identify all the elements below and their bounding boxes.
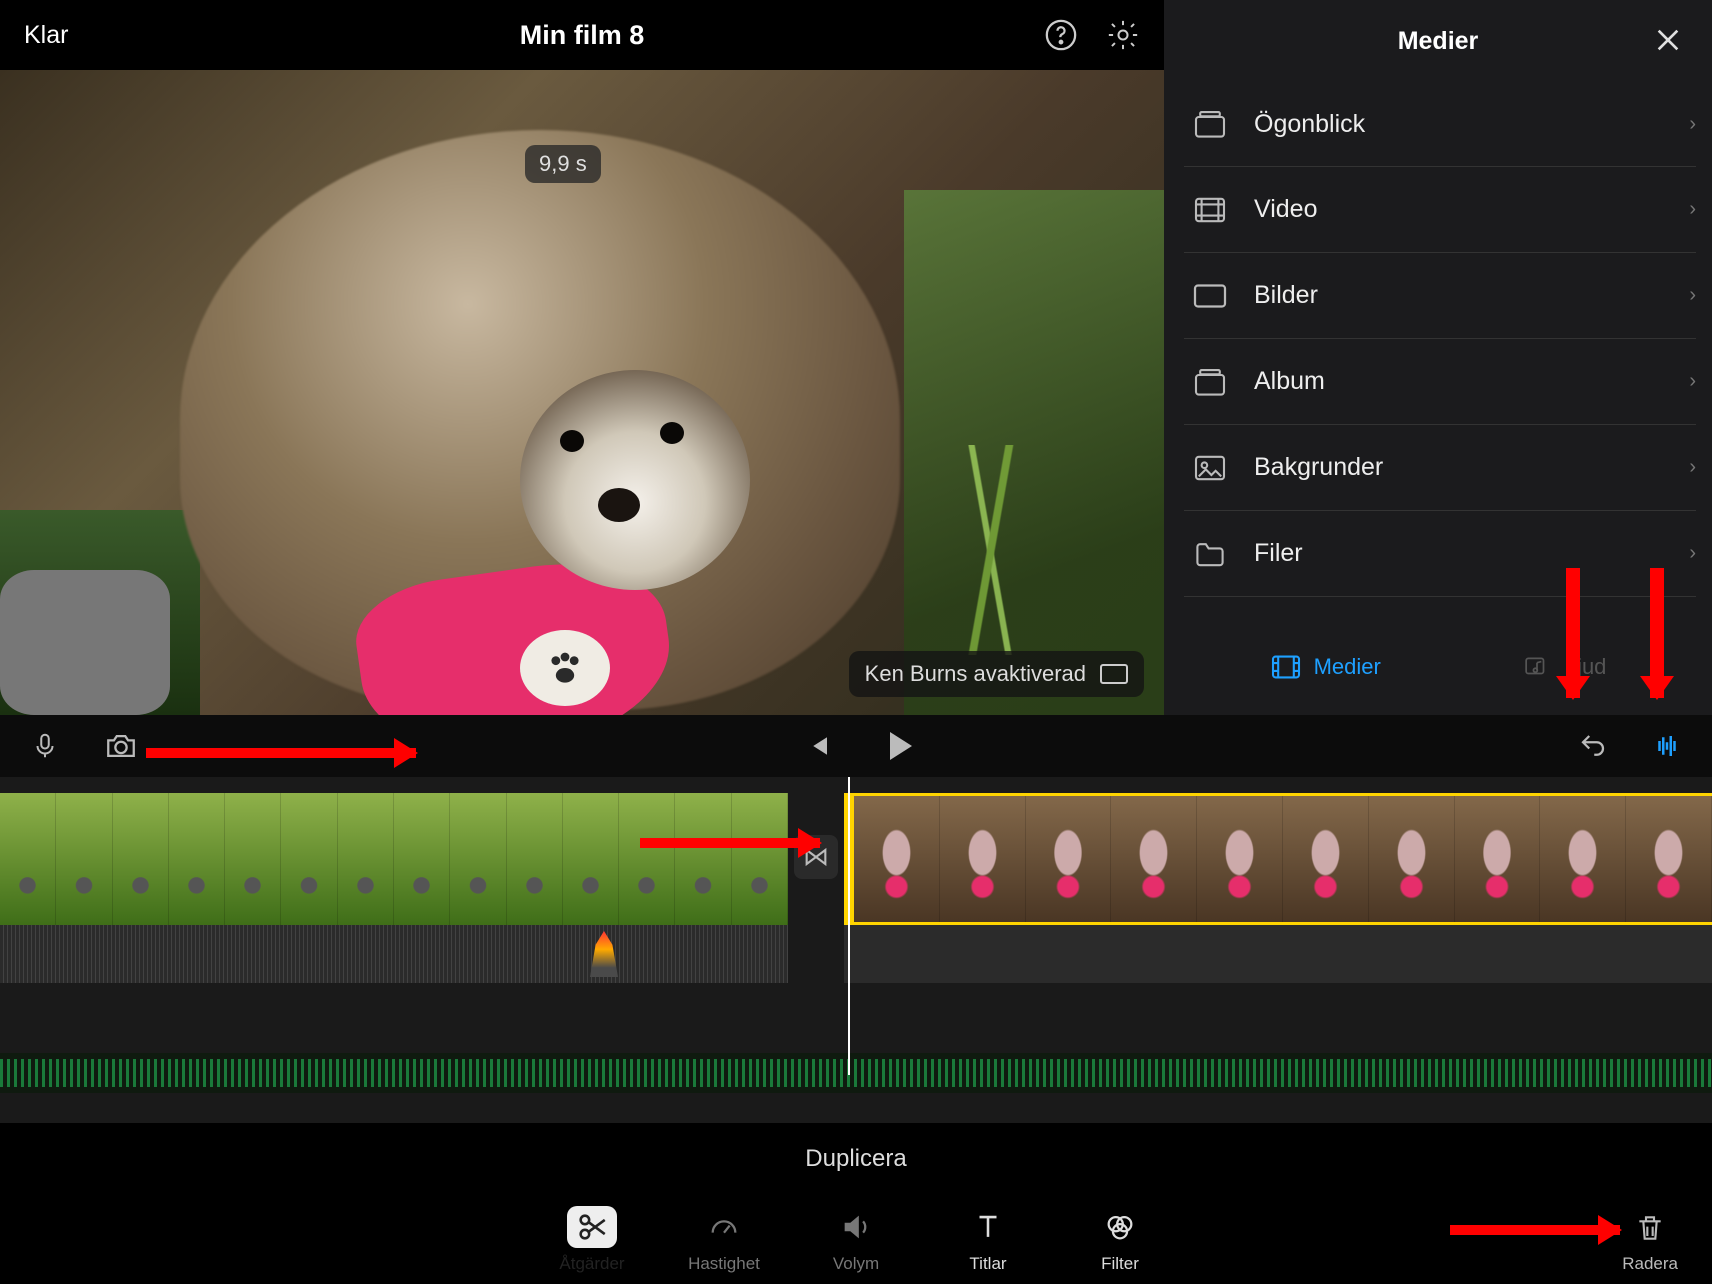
timeline[interactable] xyxy=(0,777,1712,1123)
filter-circles-icon xyxy=(1095,1206,1145,1248)
video-preview[interactable]: 9,9 s Ken Burns avaktiverad xyxy=(0,70,1164,715)
chevron-right-icon: › xyxy=(1689,456,1696,479)
annotation-arrow xyxy=(1566,568,1580,698)
media-row-label: Video xyxy=(1254,195,1665,224)
done-button[interactable]: Klar xyxy=(24,21,68,50)
chevron-right-icon: › xyxy=(1689,370,1696,393)
moments-icon xyxy=(1190,109,1230,139)
tab-titles[interactable]: Titlar xyxy=(949,1206,1027,1274)
media-row-album[interactable]: Album › xyxy=(1184,339,1696,425)
media-row-video[interactable]: Video › xyxy=(1184,167,1696,253)
media-row-label: Filer xyxy=(1254,539,1665,568)
camera-icon[interactable] xyxy=(104,731,138,761)
undo-icon[interactable] xyxy=(1576,731,1610,761)
tab-media[interactable]: Medier xyxy=(1270,654,1381,680)
timeline-clip[interactable] xyxy=(0,793,788,925)
scissors-icon xyxy=(567,1206,617,1248)
play-icon[interactable] xyxy=(890,732,912,760)
clip-audio-waveform xyxy=(844,925,1712,983)
waveform-icon[interactable] xyxy=(1650,731,1684,761)
kenburns-toggle[interactable]: Ken Burns avaktiverad xyxy=(849,651,1144,697)
media-panel: Medier Ögonblick › Video › Bilder › Albu… xyxy=(1164,0,1712,715)
crop-rect-icon xyxy=(1100,664,1128,684)
annotation-arrow xyxy=(146,748,416,758)
text-icon xyxy=(963,1206,1013,1248)
transport-toolbar xyxy=(0,715,1712,777)
delete-label: Radera xyxy=(1622,1254,1678,1274)
annotation-arrow xyxy=(640,838,820,848)
tab-label: Hastighet xyxy=(688,1254,760,1274)
video-icon xyxy=(1190,195,1230,225)
tab-label: Filter xyxy=(1101,1254,1139,1274)
microphone-icon[interactable] xyxy=(28,731,62,761)
media-row-label: Ögonblick xyxy=(1254,110,1665,139)
photos-icon xyxy=(1190,281,1230,311)
media-row-moments[interactable]: Ögonblick › xyxy=(1184,82,1696,167)
media-row-backgrounds[interactable]: Bakgrunder › xyxy=(1184,425,1696,511)
backgrounds-icon xyxy=(1190,453,1230,483)
filmstrip-icon xyxy=(1270,654,1302,680)
kenburns-label: Ken Burns avaktiverad xyxy=(865,661,1086,687)
tab-label: Titlar xyxy=(969,1254,1006,1274)
music-note-icon xyxy=(1521,654,1553,680)
clip-audio-waveform xyxy=(0,925,788,983)
tab-speed[interactable]: Hastighet xyxy=(685,1206,763,1274)
media-row-label: Bakgrunder xyxy=(1254,453,1665,482)
timeline-clip-selected[interactable] xyxy=(844,793,1712,925)
speedometer-icon xyxy=(699,1206,749,1248)
album-icon xyxy=(1190,367,1230,397)
speaker-icon xyxy=(831,1206,881,1248)
tab-volume[interactable]: Volym xyxy=(817,1206,895,1274)
media-row-label: Bilder xyxy=(1254,281,1665,310)
chevron-right-icon: › xyxy=(1689,113,1696,136)
trash-icon xyxy=(1630,1207,1670,1249)
playhead[interactable] xyxy=(848,777,850,1075)
tab-label: Volym xyxy=(833,1254,879,1274)
media-row-photos[interactable]: Bilder › xyxy=(1184,253,1696,339)
chevron-right-icon: › xyxy=(1689,198,1696,221)
chevron-right-icon: › xyxy=(1689,542,1696,565)
tab-label: Medier xyxy=(1314,654,1381,680)
folder-icon xyxy=(1190,539,1230,569)
delete-button[interactable]: Radera xyxy=(1622,1207,1678,1274)
close-icon[interactable] xyxy=(1652,24,1684,56)
background-audio-track[interactable] xyxy=(0,1053,1712,1093)
help-icon[interactable] xyxy=(1044,18,1078,52)
tab-actions[interactable]: Åtgärder xyxy=(553,1206,631,1274)
project-title: Min film 8 xyxy=(520,20,645,51)
tab-label: Åtgärder xyxy=(559,1254,624,1274)
tab-filter[interactable]: Filter xyxy=(1081,1206,1159,1274)
inspector-bar: Duplicera Åtgärder Hastighet Volym Titla… xyxy=(0,1123,1712,1284)
chevron-right-icon: › xyxy=(1689,284,1696,307)
go-to-start-icon[interactable] xyxy=(800,731,834,761)
clip-duration-badge: 9,9 s xyxy=(525,145,601,183)
media-row-files[interactable]: Filer › xyxy=(1184,511,1696,597)
settings-gear-icon[interactable] xyxy=(1106,18,1140,52)
annotation-arrow xyxy=(1650,568,1664,698)
duplicate-button[interactable]: Duplicera xyxy=(805,1145,906,1173)
paw-icon xyxy=(520,630,610,706)
annotation-arrow xyxy=(1450,1225,1620,1235)
preview-toolbar: Klar Min film 8 xyxy=(0,0,1164,70)
media-row-label: Album xyxy=(1254,367,1665,396)
media-panel-title: Medier xyxy=(1398,27,1479,56)
